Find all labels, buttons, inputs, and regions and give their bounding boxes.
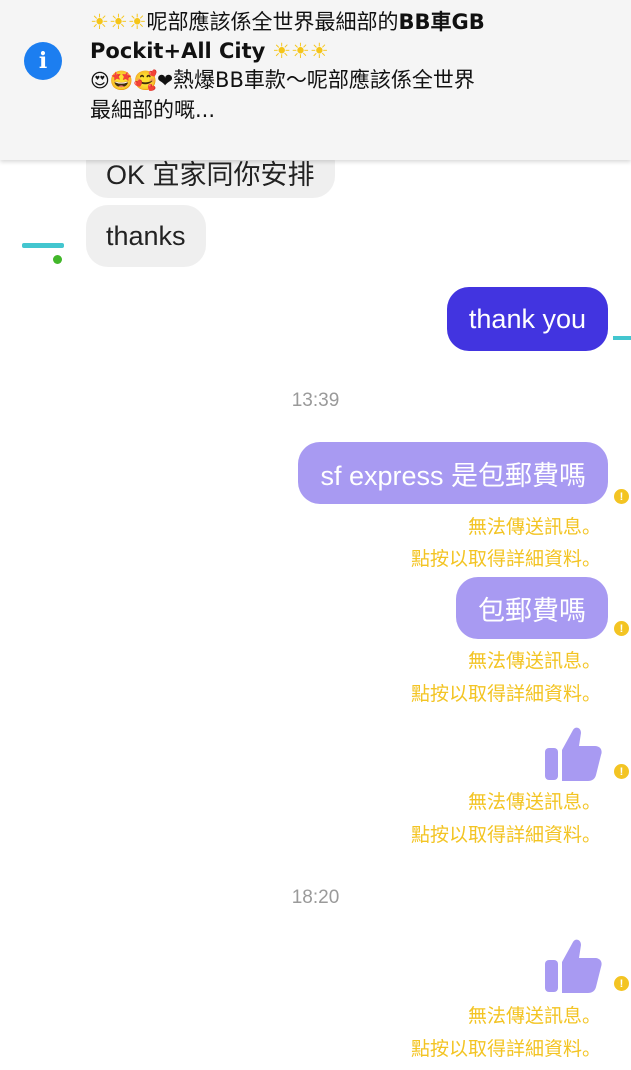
timestamp: 13:39 (291, 390, 340, 411)
timestamp: 18:20 (291, 887, 340, 908)
error-details-link[interactable]: 點按以取得詳細資料。 (411, 820, 601, 847)
error-icon[interactable]: ! (614, 976, 629, 991)
banner-title: 呢部應該係全世界最細部的 (146, 10, 399, 34)
error-details-link[interactable]: 點按以取得詳細資料。 (411, 679, 601, 706)
banner-text: ☀☀☀呢部應該係全世界最細部的BB車GB Pockit+All City ☀☀☀… (90, 8, 625, 125)
thumbs-up-icon[interactable] (543, 936, 603, 994)
error-icon[interactable]: ! (614, 489, 629, 504)
error-icon[interactable]: ! (614, 621, 629, 636)
error-text[interactable]: 無法傳送訊息。 (468, 1001, 601, 1028)
avatar[interactable] (22, 243, 64, 248)
error-details-link[interactable]: 點按以取得詳細資料。 (411, 1034, 601, 1061)
error-details-link[interactable]: 點按以取得詳細資料。 (411, 544, 601, 571)
failed-message[interactable]: sf express 是包郵費嗎 (298, 442, 608, 504)
error-icon[interactable]: ! (614, 764, 629, 779)
banner-title-product: Pockit+All City (90, 39, 266, 63)
online-status-dot (53, 255, 62, 264)
emoji-icon: 😍🤩🥰❤ (90, 70, 174, 92)
banner-snippet-end: 最細部的嘅... (90, 98, 216, 122)
pinned-post-banner[interactable]: i ☀☀☀呢部應該係全世界最細部的BB車GB Pockit+All City ☀… (0, 0, 631, 160)
sun-emoji-icon: ☀☀☀ (272, 39, 329, 63)
incoming-message[interactable]: thanks (86, 205, 206, 267)
error-text[interactable]: 無法傳送訊息。 (468, 512, 601, 539)
banner-title-brand: BB車GB (398, 10, 485, 34)
read-receipt (613, 336, 631, 340)
banner-snippet: 熱爆BB車款～呢部應該係全世界 (173, 68, 475, 92)
thumbs-up-icon[interactable] (543, 724, 603, 782)
outgoing-message[interactable]: thank you (446, 287, 608, 351)
error-text[interactable]: 無法傳送訊息。 (468, 646, 601, 673)
info-icon[interactable]: i (24, 42, 62, 80)
error-text[interactable]: 無法傳送訊息。 (468, 787, 601, 814)
sun-emoji-icon: ☀☀☀ (90, 10, 147, 34)
failed-message[interactable]: 包郵費嗎 (456, 577, 608, 639)
